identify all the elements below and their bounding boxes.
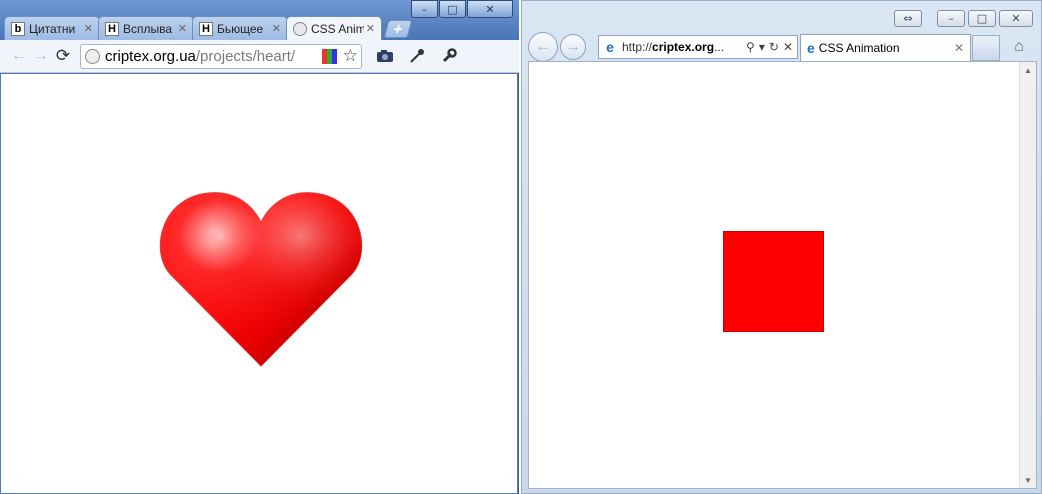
red-square-graphic xyxy=(723,231,824,332)
search-icon[interactable]: ⚲ xyxy=(746,40,755,54)
close-button[interactable]: ✕ xyxy=(467,0,513,18)
h-favicon-icon: H xyxy=(199,21,213,36)
new-tab-button[interactable] xyxy=(972,35,1000,61)
home-icon[interactable]: ⌂ xyxy=(1008,36,1030,58)
ie-window: ⇔ – □ ✕ ← → e http://criptex.org... ⚲ ▾ … xyxy=(521,0,1042,494)
url-path: /projects/heart/ xyxy=(195,47,296,65)
vertical-scrollbar[interactable]: ▲ ▼ xyxy=(1019,62,1036,488)
tab-css-animation[interactable]: CSS Anim ✕ xyxy=(286,16,382,40)
forward-arrow-icon[interactable]: → xyxy=(30,45,52,67)
compat-view-button[interactable]: ⇔ xyxy=(894,10,922,27)
scroll-up-arrow-icon[interactable]: ▲ xyxy=(1020,62,1036,78)
address-bar[interactable]: e http://criptex.org... ⚲ ▾ ↻ ✕ xyxy=(598,35,798,59)
chrome-titlebar: – □ ✕ b Цитатни ✕ H Всплыва ✕ H Бьющее ✕ xyxy=(0,0,519,40)
bookmark-star-icon[interactable]: ☆ xyxy=(343,46,358,66)
tab-vsplyv[interactable]: H Всплыва ✕ xyxy=(98,16,194,40)
stop-icon[interactable]: ✕ xyxy=(783,40,793,54)
tab-label: Бьющее xyxy=(217,21,264,36)
globe-icon xyxy=(293,21,307,36)
camera-icon[interactable] xyxy=(374,45,396,67)
close-tab-icon[interactable]: ✕ xyxy=(366,22,375,35)
chrome-window-controls: – □ ✕ xyxy=(410,0,513,18)
back-arrow-icon[interactable]: ← xyxy=(528,32,558,62)
address-bar[interactable]: criptex.org.ua/projects/heart/ ☆ xyxy=(80,43,362,69)
tab-css-animation[interactable]: e CSS Animation ✕ xyxy=(800,34,971,61)
back-arrow-icon[interactable]: ← xyxy=(8,45,30,67)
ie-logo-icon: e xyxy=(807,40,815,56)
ie-logo-icon: e xyxy=(606,39,614,55)
ie-window-controls: ⇔ – □ ✕ xyxy=(894,10,1033,27)
chrome-window: – □ ✕ b Цитатни ✕ H Всплыва ✕ H Бьющее ✕ xyxy=(0,0,519,494)
minimize-button[interactable]: – xyxy=(411,0,438,18)
url-host: criptex.org.ua xyxy=(105,47,196,65)
heart-graphic xyxy=(159,192,363,367)
maximize-button[interactable]: □ xyxy=(439,0,466,18)
reload-icon[interactable]: ⟳ xyxy=(52,45,74,67)
close-tab-icon[interactable]: ✕ xyxy=(178,22,187,35)
h-favicon-icon: H xyxy=(105,21,119,36)
scroll-down-arrow-icon[interactable]: ▼ xyxy=(1020,472,1036,488)
wrench-icon[interactable] xyxy=(438,45,460,67)
refresh-icon[interactable]: ↻ xyxy=(769,40,779,54)
close-tab-icon[interactable]: ✕ xyxy=(272,22,281,35)
close-button[interactable]: ✕ xyxy=(999,10,1033,27)
tab-citatnik[interactable]: b Цитатни ✕ xyxy=(4,16,100,40)
minimize-button[interactable]: – xyxy=(937,10,965,27)
url-text: http://criptex.org... xyxy=(622,40,725,54)
close-tab-icon[interactable]: ✕ xyxy=(84,22,93,35)
b-favicon-icon: b xyxy=(11,21,25,36)
site-globe-icon xyxy=(85,48,100,64)
forward-arrow-icon[interactable]: → xyxy=(560,34,586,60)
tab-label: Цитатни xyxy=(29,21,76,36)
dropdown-arrow-icon[interactable]: ▾ xyxy=(759,40,765,54)
chrome-tab-strip: b Цитатни ✕ H Всплыва ✕ H Бьющее ✕ CSS A… xyxy=(4,16,413,40)
eyedropper-icon[interactable] xyxy=(406,45,428,67)
color-picker-extension-icon[interactable] xyxy=(321,48,337,64)
tab-label: Всплыва xyxy=(123,21,173,36)
ie-nav-buttons: ← → xyxy=(528,32,588,62)
tab-byushee[interactable]: H Бьющее ✕ xyxy=(192,16,288,40)
ie-page-content: ▲ ▼ xyxy=(528,61,1037,489)
chrome-page-content xyxy=(1,74,517,493)
maximize-button[interactable]: □ xyxy=(968,10,996,27)
chrome-toolbar: ← → ⟳ criptex.org.ua/projects/heart/ ☆ xyxy=(0,40,519,73)
tab-label: CSS Anim xyxy=(311,21,364,36)
close-tab-icon[interactable]: ✕ xyxy=(954,41,964,55)
tab-label: CSS Animation xyxy=(818,41,900,55)
new-tab-button[interactable]: + xyxy=(383,20,413,38)
